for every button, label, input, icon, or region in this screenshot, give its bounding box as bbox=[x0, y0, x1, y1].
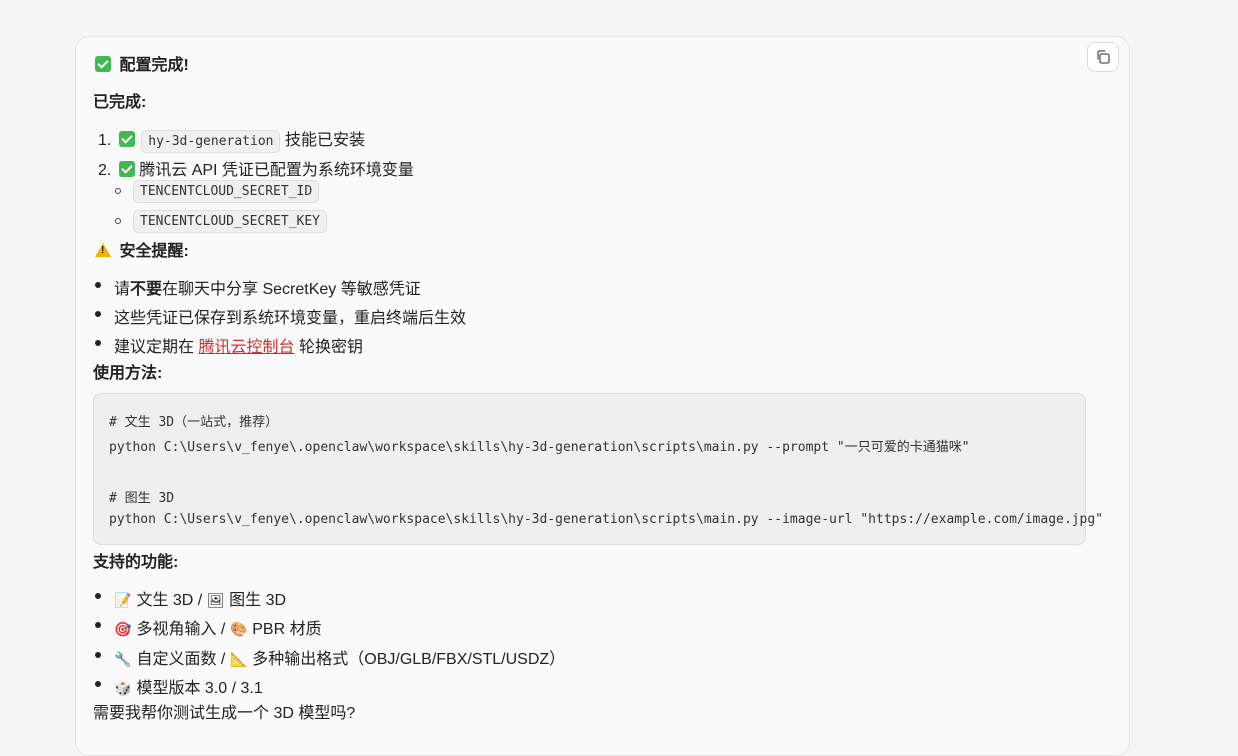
sub-item-1: TENCENTCLOUD_SECRET_ID bbox=[133, 180, 320, 203]
check-icon bbox=[118, 161, 135, 177]
triangle-ruler-icon: 📐 bbox=[230, 651, 248, 667]
done-heading: 已完成: bbox=[93, 94, 147, 111]
features-heading: 支持的功能: bbox=[93, 554, 179, 571]
done-item-1: 1. hy-3d-generation 技能已安装 bbox=[98, 126, 365, 153]
dice-icon: 🎲 bbox=[114, 680, 132, 696]
picture-icon: 🖼 bbox=[206, 592, 225, 608]
done-item-1-text: 技能已安装 bbox=[284, 132, 365, 149]
text: PBR 材质 bbox=[252, 621, 322, 638]
inline-code: TENCENTCLOUD_SECRET_ID bbox=[133, 180, 320, 203]
text: 文生 3D / bbox=[136, 592, 207, 609]
security-heading: 安全提醒: bbox=[119, 243, 189, 260]
circle-bullet bbox=[115, 188, 121, 194]
done-item-2: 2. 腾讯云 API 凭证已配置为系统环境变量 bbox=[98, 156, 414, 180]
inline-code: TENCENTCLOUD_SECRET_KEY bbox=[133, 210, 328, 233]
security-item-3: 建议定期在 腾讯云控制台 轮换密钥 bbox=[114, 333, 363, 357]
title-row: 配置完成! bbox=[95, 51, 189, 75]
check-icon bbox=[118, 131, 135, 147]
text: 多种输出格式（OBJ/GLB/FBX/STL/USDZ） bbox=[252, 651, 566, 668]
circle-bullet bbox=[115, 218, 121, 224]
palette-icon: 🎨 bbox=[230, 621, 248, 637]
bullet bbox=[95, 311, 101, 317]
target-icon: 🎯 bbox=[114, 621, 132, 637]
memo-icon: 📝 bbox=[114, 592, 132, 608]
code-block[interactable]: # 文生 3D（一站式，推荐） python C:\Users\v_fenye\… bbox=[93, 393, 1103, 545]
bullet bbox=[95, 652, 101, 658]
page-title: 配置完成! bbox=[119, 57, 189, 74]
code-line: python C:\Users\v_fenye\.openclaw\worksp… bbox=[109, 440, 970, 455]
tencent-console-link[interactable]: 腾讯云控制台 bbox=[198, 339, 294, 356]
code-line: # 文生 3D（一站式，推荐） bbox=[109, 415, 279, 430]
text: 请 bbox=[114, 281, 131, 298]
text: 轮换密钥 bbox=[298, 339, 363, 356]
wrench-icon: 🔧 bbox=[114, 651, 132, 667]
text: 多视角输入 / bbox=[136, 621, 230, 638]
feature-item-2: 🎯 多视角输入 / 🎨 PBR 材质 bbox=[114, 615, 322, 639]
usage-heading: 使用方法: bbox=[93, 365, 163, 382]
security-heading-row: 安全提醒: bbox=[95, 237, 189, 261]
feature-item-4: 🎲 模型版本 3.0 / 3.1 bbox=[114, 674, 263, 698]
inline-code: hy-3d-generation bbox=[141, 130, 281, 153]
copy-button[interactable] bbox=[1087, 42, 1119, 72]
text: 自定义面数 / bbox=[136, 651, 230, 668]
list-number: 2. bbox=[98, 162, 112, 179]
code-line: # 图生 3D bbox=[109, 491, 175, 506]
list-number: 1. bbox=[98, 132, 112, 149]
text: 图生 3D bbox=[229, 592, 287, 609]
closing-question: 需要我帮你测试生成一个 3D 模型吗? bbox=[93, 705, 356, 722]
code-line: python C:\Users\v_fenye\.openclaw\worksp… bbox=[109, 512, 1103, 527]
bullet bbox=[95, 681, 101, 687]
bullet bbox=[95, 593, 101, 599]
emphasis-text: 不要 bbox=[130, 281, 163, 298]
check-icon bbox=[95, 56, 111, 72]
done-item-2-text: 腾讯云 API 凭证已配置为系统环境变量 bbox=[139, 162, 414, 179]
security-item-2: 这些凭证已保存到系统环境变量，重启终端后生效 bbox=[114, 310, 467, 327]
feature-item-1: 📝 文生 3D / 🖼 图生 3D bbox=[114, 586, 286, 610]
bullet bbox=[95, 622, 101, 628]
feature-item-3: 🔧 自定义面数 / 📐 多种输出格式（OBJ/GLB/FBX/STL/USDZ） bbox=[114, 645, 565, 669]
text: 建议定期在 bbox=[114, 339, 195, 356]
sub-item-2: TENCENTCLOUD_SECRET_KEY bbox=[133, 210, 328, 233]
warning-icon bbox=[95, 243, 111, 257]
security-item-1: 请不要在聊天中分享 SecretKey 等敏感凭证 bbox=[114, 275, 421, 299]
bullet bbox=[95, 340, 101, 346]
text: 在聊天中分享 SecretKey 等敏感凭证 bbox=[162, 281, 421, 298]
copy-icon bbox=[1097, 50, 1110, 64]
bullet bbox=[95, 282, 101, 288]
text: 模型版本 3.0 / 3.1 bbox=[136, 680, 263, 697]
